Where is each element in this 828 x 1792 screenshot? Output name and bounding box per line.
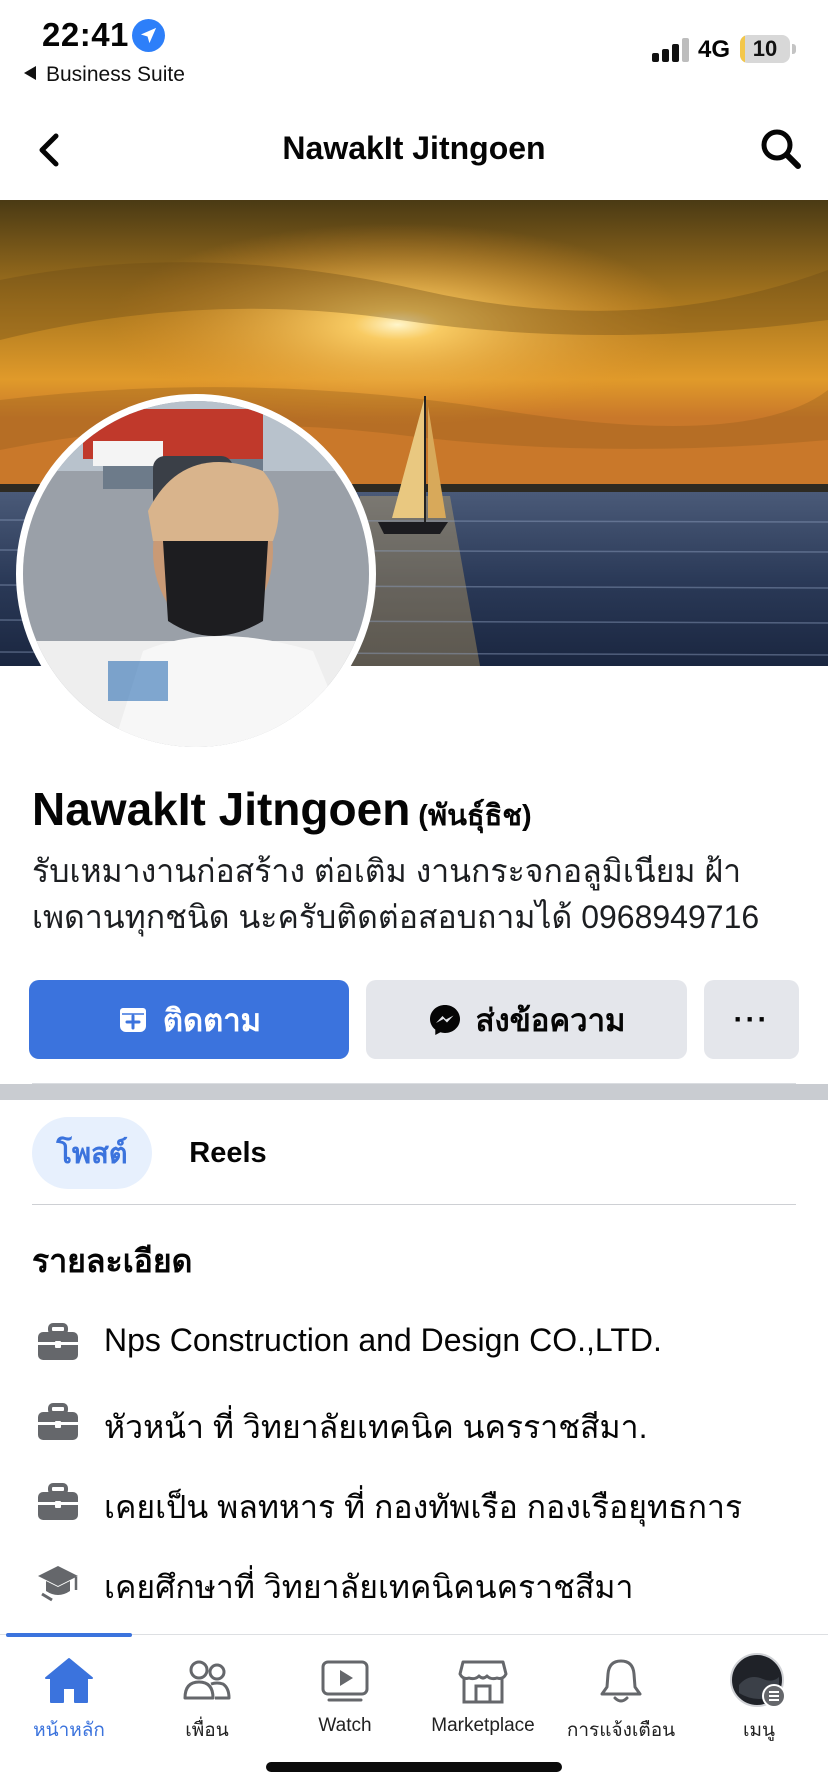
profile-name-row: NawakIt Jitngoen (พันธุ์ธิช) xyxy=(32,782,532,838)
battery-icon: 10 xyxy=(740,35,790,63)
tabbar-label: เพื่อน xyxy=(185,1720,229,1741)
profile-actions: ติดตาม ส่งข้อความ ··· xyxy=(29,980,799,1059)
profile-bio: รับเหมางานก่อสร้าง ต่อเติม งานกระจกอลูมิ… xyxy=(32,848,802,940)
watch-icon xyxy=(276,1653,414,1709)
profile-avatar[interactable] xyxy=(16,394,376,754)
follow-plus-icon xyxy=(117,1004,149,1036)
tabbar-label: Watch xyxy=(318,1715,372,1736)
tabbar-home[interactable]: หน้าหลัก xyxy=(0,1653,138,1753)
follow-label: ติดตาม xyxy=(162,1002,262,1038)
back-to-app-link[interactable]: Business Suite xyxy=(24,63,185,87)
section-separator xyxy=(0,1084,828,1100)
message-button[interactable]: ส่งข้อความ xyxy=(366,980,687,1059)
active-tab-indicator xyxy=(6,1633,132,1637)
tabbar-marketplace[interactable]: Marketplace xyxy=(414,1653,552,1753)
tabbar-label: เมนู xyxy=(742,1720,775,1741)
briefcase-icon xyxy=(36,1482,80,1522)
tab-posts[interactable]: โพสต์ xyxy=(32,1117,152,1189)
tabbar-watch[interactable]: Watch xyxy=(276,1653,414,1753)
message-label: ส่งข้อความ xyxy=(475,1002,626,1038)
detail-text: หัวหน้า ที่ วิทยาลัยเทคนิค นครราชสีมา. xyxy=(104,1409,648,1445)
cellular-signal-icon xyxy=(652,38,692,62)
briefcase-icon xyxy=(36,1322,80,1362)
tabbar-menu[interactable]: เมนู xyxy=(690,1653,828,1753)
details-heading: รายละเอียด xyxy=(32,1243,193,1279)
messenger-icon xyxy=(428,1003,462,1037)
bell-icon xyxy=(552,1653,690,1709)
more-dots-icon: ··· xyxy=(733,1002,770,1036)
menu-avatar-icon xyxy=(690,1653,828,1709)
detail-item-work[interactable]: Nps Construction and Design CO.,LTD. xyxy=(32,1312,812,1372)
bio-line-1: รับเหมางานก่อสร้าง ต่อเติม งานกระจกอลูมิ… xyxy=(32,853,742,889)
network-type: 4G xyxy=(698,36,731,63)
detail-item-work[interactable]: หัวหน้า ที่ วิทยาลัยเทคนิค นครราชสีมา. xyxy=(32,1392,812,1452)
profile-tabs: โพสต์ Reels xyxy=(32,1117,796,1205)
location-arrow-icon xyxy=(132,19,165,52)
marketplace-icon xyxy=(414,1653,552,1709)
profile-alt-name: (พันธุ์ธิช) xyxy=(418,800,532,832)
follow-button[interactable]: ติดตาม xyxy=(29,980,349,1059)
status-time: 22:41 xyxy=(42,16,129,53)
battery-percent: 10 xyxy=(752,36,778,61)
top-nav-bar: NawakIt Jitngoen xyxy=(0,100,828,200)
detail-text: เคยศึกษาที่ วิทยาลัยเทคนิคนคราชสีมา xyxy=(104,1569,634,1605)
search-button[interactable] xyxy=(756,124,806,174)
tabbar-friends[interactable]: เพื่อน xyxy=(138,1653,276,1753)
friends-icon xyxy=(138,1653,276,1709)
tabbar-label: การแจ้งเตือน xyxy=(566,1720,676,1741)
back-app-label: Business Suite xyxy=(46,63,185,86)
home-icon xyxy=(0,1653,138,1709)
battery-tip xyxy=(792,44,796,54)
status-bar: 22:41 Business Suite 4G 10 xyxy=(0,0,828,95)
page-title: NawakIt Jitngoen xyxy=(282,130,546,166)
tabbar-label: Marketplace xyxy=(431,1715,535,1736)
more-options-button[interactable]: ··· xyxy=(704,980,799,1059)
back-triangle-icon xyxy=(24,66,36,80)
tabbar-notifications[interactable]: การแจ้งเตือน xyxy=(552,1653,690,1753)
graduation-cap-icon xyxy=(36,1562,80,1602)
profile-name: NawakIt Jitngoen xyxy=(32,783,411,835)
detail-text: เคยเป็น พลทหาร ที่ กองทัพเรือ กองเรือยุท… xyxy=(104,1489,743,1525)
home-indicator xyxy=(266,1762,562,1772)
bio-line-2: เพดานทุกชนิด นะครับติดต่อสอบถามได้ 09689… xyxy=(32,899,760,935)
search-icon xyxy=(761,129,801,169)
detail-item-work[interactable]: เคยเป็น พลทหาร ที่ กองทัพเรือ กองเรือยุท… xyxy=(32,1472,812,1532)
detail-text: Nps Construction and Design CO.,LTD. xyxy=(104,1322,662,1358)
profile-photo xyxy=(23,401,369,747)
detail-item-education[interactable]: เคยศึกษาที่ วิทยาลัยเทคนิคนคราชสีมา xyxy=(32,1552,812,1612)
tab-reels[interactable]: Reels xyxy=(172,1117,284,1189)
tabbar-label: หน้าหลัก xyxy=(33,1720,105,1741)
briefcase-icon xyxy=(36,1402,80,1442)
